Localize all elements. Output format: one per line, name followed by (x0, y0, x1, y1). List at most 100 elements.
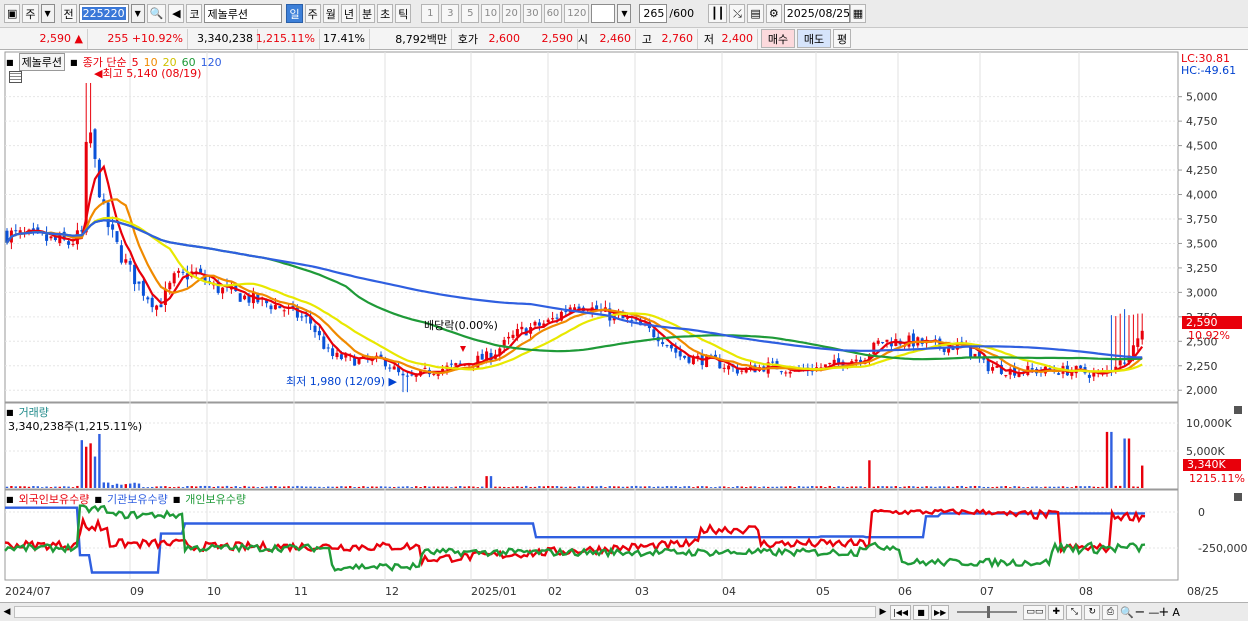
interval-5-button[interactable]: 5 (461, 4, 480, 23)
view-button[interactable]: 코 (186, 4, 203, 23)
individual-holding-legend: 개인보유수량 (185, 493, 246, 506)
chart-table-icon[interactable] (9, 71, 22, 83)
period-month-button[interactable]: 월 (322, 4, 339, 23)
volume-value: 3,340,238 (188, 28, 258, 49)
volume-bar (445, 486, 449, 488)
candle-body (300, 316, 304, 318)
trend-tool-icon[interactable]: ⤡ (1066, 604, 1083, 620)
scroll-track[interactable] (14, 606, 876, 618)
volume-bar (269, 486, 273, 488)
volume-bar (199, 485, 202, 488)
volume-bar (353, 487, 356, 488)
volume-bar (947, 486, 950, 488)
period-second-button[interactable]: 초 (377, 4, 394, 23)
interval-30-button[interactable]: 30 (522, 4, 542, 23)
high-marker: ◀최고 5,140 (08/19) (94, 67, 202, 80)
stock-name-label[interactable]: 제놀루션 (18, 53, 66, 71)
zoom-in-icon[interactable]: + (1158, 605, 1172, 620)
speaker-icon[interactable]: ◀ (168, 4, 185, 23)
scroll-left-icon[interactable]: ◀ (0, 607, 14, 617)
volume-bar (19, 486, 22, 488)
volume-bar (155, 486, 158, 488)
legend-square-icon-2: ■ (70, 57, 78, 67)
interval-10-button[interactable]: 10 (481, 4, 501, 23)
period-minute-button[interactable]: 분 (358, 4, 376, 23)
candle-body (436, 374, 440, 376)
code-dropdown[interactable]: ▼ (130, 4, 145, 23)
window-icon[interactable]: ▣ (4, 4, 21, 23)
zoom-slider-handle[interactable] (987, 606, 991, 618)
period-year-button[interactable]: 년 (340, 4, 357, 23)
bid-price: 2,590 (524, 28, 578, 49)
sell-button[interactable]: 매도 (797, 29, 831, 48)
interval-dropdown[interactable]: ▼ (617, 4, 632, 23)
crosshair-icon[interactable]: ✚ (1048, 604, 1065, 620)
zoom-icon[interactable]: 🔍 (1120, 606, 1134, 619)
zoom-slider[interactable] (957, 606, 1018, 618)
auto-scale-icon[interactable]: A (1172, 606, 1186, 619)
price-tick-label: 4,000 (1186, 189, 1218, 202)
market-dropdown[interactable]: ▼ (40, 4, 55, 23)
last-page-icon[interactable]: ▶▶ (931, 604, 950, 620)
print-icon[interactable]: ⎙ (1102, 604, 1119, 620)
chart-svg[interactable]: 2024/07 09 10 11 12 2025/01 02 03 04 05 06 07 08 08/2… (0, 50, 1248, 602)
volume-bar (595, 486, 598, 488)
x-tick-label: 02 (548, 585, 562, 598)
interval-input[interactable] (591, 4, 616, 23)
candle-body (1087, 374, 1091, 378)
candle-body (317, 330, 321, 336)
stop-icon[interactable]: ■ (913, 604, 929, 620)
volume-panel-close-icon[interactable] (1234, 406, 1242, 414)
stock-code-input[interactable]: 225220 (78, 4, 129, 23)
stock-name-field[interactable]: 제놀루션 (204, 4, 283, 23)
volume-bar (762, 486, 765, 488)
legend-square-icon-5: ■ (94, 494, 102, 504)
interval-120-button[interactable]: 120 (564, 4, 590, 23)
interval-20-button[interactable]: 20 (502, 4, 521, 23)
prev-button[interactable]: 전 (60, 4, 77, 23)
market-button[interactable]: 주 (22, 4, 39, 23)
holding-panel-close-icon[interactable] (1234, 493, 1242, 501)
volume-bar (828, 485, 831, 488)
candle-type-icon[interactable]: ┃┃ (708, 4, 728, 23)
volume-bar (45, 486, 48, 488)
volume-bar (916, 486, 919, 488)
volume-bar (833, 487, 836, 488)
zoom-out-icon[interactable]: − (1134, 605, 1148, 620)
first-page-icon[interactable]: |◀◀ (890, 604, 911, 620)
period-tick-button[interactable]: 틱 (395, 4, 412, 23)
candle-body (97, 159, 101, 198)
layout-icon[interactable]: ▭▭ (1023, 604, 1047, 620)
dividend-arrow-icon (460, 346, 466, 352)
search-icon[interactable]: 🔍 (146, 4, 167, 23)
period-day-button[interactable]: 일 (286, 4, 303, 23)
chart-area[interactable]: 2024/07 09 10 11 12 2025/01 02 03 04 05 06 07 08 08/2… (0, 50, 1248, 602)
candle-body (537, 322, 541, 326)
volume-bar (736, 486, 739, 488)
eval-button[interactable]: 평 (833, 29, 851, 48)
volume-bar (234, 486, 237, 488)
candle-body (564, 311, 568, 313)
volume-bar (102, 482, 105, 488)
ma120-legend: 120 (200, 55, 222, 69)
candle-body (322, 336, 326, 349)
refresh-icon[interactable]: ↻ (1084, 604, 1101, 620)
date-input[interactable]: 2025/08/25 (783, 4, 850, 23)
volume-bar (1000, 486, 1003, 488)
count-input[interactable]: 265 (639, 4, 668, 23)
volume-bar (415, 486, 418, 488)
buy-button[interactable]: 매수 (761, 29, 795, 48)
period-week-button[interactable]: 주 (304, 4, 321, 23)
candle-body (823, 364, 827, 367)
interval-3-button[interactable]: 3 (441, 4, 460, 23)
settings-gear-icon[interactable]: ⚙ (765, 4, 782, 23)
interval-60-button[interactable]: 60 (543, 4, 563, 23)
candle-body (124, 259, 128, 263)
calendar-icon[interactable]: ▦ (849, 4, 867, 23)
scroll-right-icon[interactable]: ▶ (876, 607, 890, 617)
draw-tool-icon[interactable]: ⤯ (729, 4, 746, 23)
interval-1-button[interactable]: 1 (421, 4, 440, 23)
save-icon[interactable]: ▤ (747, 4, 764, 23)
volume-bar (749, 486, 752, 488)
volume-bar (221, 486, 224, 488)
